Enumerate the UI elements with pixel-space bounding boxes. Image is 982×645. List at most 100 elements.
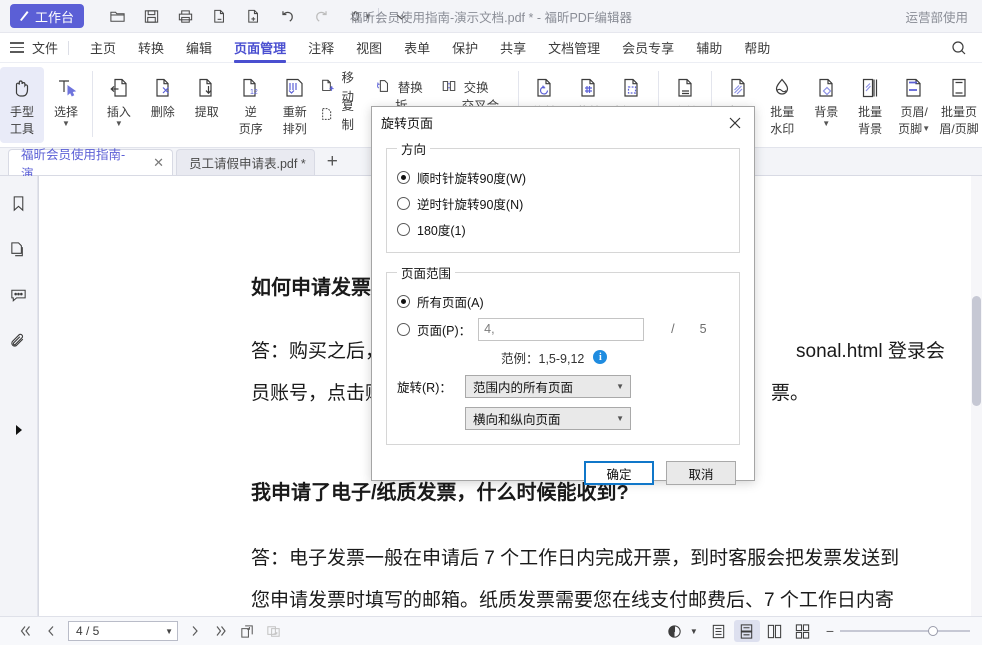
close-icon[interactable]: ✕ bbox=[153, 155, 164, 171]
menu-item-help[interactable]: 帮助 bbox=[733, 33, 781, 63]
delete-page-icon bbox=[150, 73, 176, 103]
ribbon-rearrange[interactable]: 重新 排列 bbox=[273, 67, 317, 143]
ribbon-batch-header-footer[interactable]: 批量页 眉/页脚 bbox=[936, 67, 982, 143]
hamburger-menu-icon[interactable] bbox=[10, 42, 26, 53]
ribbon-label: 页眉/ bbox=[900, 105, 927, 120]
expand-arrow-icon[interactable] bbox=[14, 424, 24, 436]
pages-label: 页面(P)： bbox=[417, 320, 471, 339]
chevron-down-icon: ▼ bbox=[616, 382, 624, 391]
paperclip-icon[interactable] bbox=[6, 328, 32, 354]
menu-item-member-exclusive[interactable]: 会员专享 bbox=[611, 33, 685, 63]
workbench-button[interactable]: 工作台 bbox=[10, 4, 84, 28]
print-icon[interactable] bbox=[168, 3, 202, 29]
orientation-select[interactable]: 横向和纵向页面 ▼ bbox=[465, 407, 631, 430]
radio-all-pages[interactable]: 所有页面(A) bbox=[397, 288, 729, 314]
ribbon-label: 逆 bbox=[245, 105, 257, 120]
continuous-scroll-icon[interactable] bbox=[734, 620, 760, 642]
menu-item-comment[interactable]: 注释 bbox=[297, 33, 345, 63]
close-icon[interactable] bbox=[724, 112, 746, 134]
ribbon-label: 批量 bbox=[770, 105, 794, 120]
menu-item-file[interactable]: 文件 bbox=[32, 38, 58, 57]
info-icon[interactable]: i bbox=[593, 350, 607, 364]
cancel-button[interactable]: 取消 bbox=[666, 461, 736, 485]
fit-page-icon[interactable] bbox=[234, 620, 260, 642]
ribbon-hand-tool[interactable]: 手型 工具 bbox=[0, 67, 44, 143]
page-number-input[interactable]: 4 / 5 ▼ bbox=[68, 621, 178, 641]
ribbon-extract-page[interactable]: 提取 bbox=[185, 67, 229, 143]
menu-item-share[interactable]: 共享 bbox=[489, 33, 537, 63]
ribbon-label-2: 眉/页脚 bbox=[939, 122, 978, 137]
ribbon-header-footer[interactable]: 页眉/ 页脚 ▼ bbox=[892, 67, 936, 143]
vertical-scrollbar[interactable] bbox=[971, 176, 982, 617]
menu-item-view[interactable]: 视图 bbox=[345, 33, 393, 63]
ribbon-batch-background[interactable]: 批量 背景 bbox=[848, 67, 892, 143]
search-icon[interactable] bbox=[950, 39, 968, 57]
rotate-view-icon[interactable] bbox=[260, 620, 286, 642]
pages-input[interactable] bbox=[478, 318, 644, 341]
two-page-scroll-icon[interactable] bbox=[790, 620, 816, 642]
radio-pages[interactable] bbox=[397, 323, 410, 336]
page-transition-icon[interactable] bbox=[662, 620, 688, 642]
menu-item-document-manage[interactable]: 文档管理 bbox=[537, 33, 611, 63]
zoom-handle[interactable] bbox=[928, 626, 938, 636]
zoom-out-button[interactable]: − bbox=[826, 623, 834, 639]
customize-dropdown-icon[interactable] bbox=[385, 3, 419, 29]
menu-item-accessibility[interactable]: 辅助 bbox=[685, 33, 733, 63]
ribbon-copy-page[interactable]: 复制 bbox=[317, 101, 371, 127]
open-folder-icon[interactable] bbox=[100, 3, 134, 29]
new-page-icon[interactable] bbox=[236, 3, 270, 29]
bookmark-icon[interactable] bbox=[6, 190, 32, 216]
next-page-icon[interactable] bbox=[182, 620, 208, 642]
background-icon bbox=[813, 73, 839, 103]
chevron-down-icon[interactable]: ▼ bbox=[690, 627, 698, 636]
new-tab-button[interactable]: + bbox=[315, 151, 350, 175]
last-page-icon[interactable] bbox=[208, 620, 234, 642]
save-icon[interactable] bbox=[134, 3, 168, 29]
ribbon-label-2: 排列 bbox=[283, 122, 307, 137]
radio-clockwise-90[interactable]: 顺时针旋转90度(W) bbox=[397, 164, 729, 190]
scrollbar-thumb[interactable] bbox=[972, 296, 981, 406]
menu-item-home[interactable]: 主页 bbox=[79, 33, 127, 63]
chevron-down-icon: ▼ bbox=[616, 414, 624, 423]
doc-tab-0[interactable]: 福昕会员使用指南-演... ✕ bbox=[8, 149, 173, 175]
ribbon-reverse-order[interactable]: 12 逆 页序 bbox=[229, 67, 273, 143]
pages-thumbnail-icon[interactable] bbox=[6, 236, 32, 262]
zoom-track[interactable] bbox=[840, 630, 970, 632]
radio-counterclockwise-90[interactable]: 逆时针旋转90度(N) bbox=[397, 190, 729, 216]
ribbon-label: 替换 bbox=[398, 77, 423, 96]
menu-item-edit[interactable]: 编辑 bbox=[175, 33, 223, 63]
export-pdf-icon[interactable] bbox=[202, 3, 236, 29]
redo-icon[interactable] bbox=[304, 3, 338, 29]
doc-tab-1[interactable]: 员工请假申请表.pdf * bbox=[176, 149, 315, 175]
ribbon-insert-page[interactable]: 插入 ▼ bbox=[97, 67, 141, 143]
menu-item-page-management[interactable]: 页面管理 bbox=[223, 33, 297, 63]
account-label[interactable]: 运营部使用 bbox=[905, 7, 968, 26]
batch-header-footer-icon bbox=[946, 73, 972, 103]
two-page-icon[interactable] bbox=[762, 620, 788, 642]
rotate-scope-select[interactable]: 范围内的所有页面 ▼ bbox=[465, 375, 631, 398]
ribbon-background[interactable]: 背景 ▼ bbox=[804, 67, 848, 143]
radio-180[interactable]: 180度(1) bbox=[397, 216, 729, 242]
chevron-down-icon[interactable]: ▼ bbox=[822, 120, 830, 127]
ribbon-batch-watermark[interactable]: 批量 水印 bbox=[760, 67, 804, 143]
ok-button[interactable]: 确定 bbox=[584, 461, 654, 485]
chevron-down-icon[interactable]: ▼ bbox=[922, 125, 930, 137]
chevron-down-icon[interactable]: ▼ bbox=[115, 120, 123, 127]
prev-page-icon[interactable] bbox=[38, 620, 64, 642]
first-page-icon[interactable] bbox=[12, 620, 38, 642]
menu-item-protect[interactable]: 保护 bbox=[441, 33, 489, 63]
comment-bubble-icon[interactable] bbox=[6, 282, 32, 308]
single-page-icon[interactable] bbox=[706, 620, 732, 642]
ribbon-select-tool[interactable]: 选择 ▼ bbox=[44, 67, 88, 143]
hand-tool-dropdown-icon[interactable]: ▼ bbox=[364, 12, 372, 21]
zoom-slider[interactable]: − bbox=[826, 623, 970, 639]
chevron-down-icon[interactable]: ▼ bbox=[62, 120, 70, 127]
chevron-down-icon[interactable]: ▼ bbox=[165, 627, 173, 636]
ribbon-delete-page[interactable]: 删除 bbox=[141, 67, 185, 143]
undo-icon[interactable] bbox=[270, 3, 304, 29]
page-range-row: 页面(P)： / 5 bbox=[397, 314, 729, 344]
menu-item-form[interactable]: 表单 bbox=[393, 33, 441, 63]
ribbon-label-2: 水印 bbox=[770, 122, 794, 137]
left-rail bbox=[0, 176, 38, 617]
menu-item-convert[interactable]: 转换 bbox=[127, 33, 175, 63]
